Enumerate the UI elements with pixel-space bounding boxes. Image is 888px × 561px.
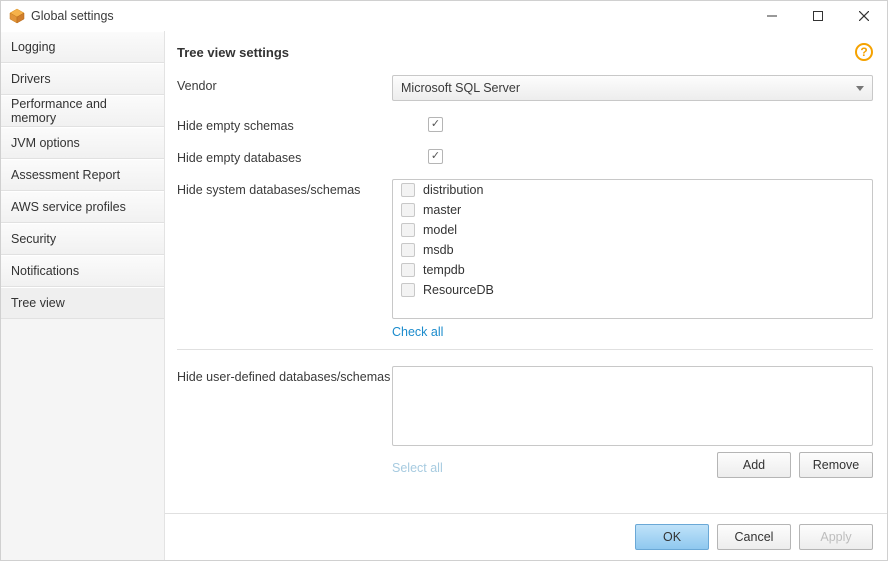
list-item[interactable]: tempdb [393,260,872,280]
user-db-listbox[interactable] [392,366,873,446]
sidebar-item-aws[interactable]: AWS service profiles [1,191,164,223]
sidebar-item-label: Performance and memory [11,97,154,125]
sidebar-item-label: Tree view [11,296,65,310]
list-item-label: model [423,223,457,237]
maximize-button[interactable] [795,1,841,31]
list-item[interactable]: ResourceDB [393,280,872,300]
global-settings-window: Global settings Logging Drivers Performa… [0,0,888,561]
list-checkbox[interactable] [401,243,415,257]
app-icon [9,8,25,24]
hide-empty-databases-label: Hide empty databases [177,147,392,165]
cancel-button[interactable]: Cancel [717,524,791,550]
vendor-select[interactable]: Microsoft SQL Server [392,75,873,101]
hide-empty-databases-checkbox[interactable] [428,149,443,164]
hide-system-label: Hide system databases/schemas [177,179,392,197]
divider [177,349,873,350]
sidebar-item-drivers[interactable]: Drivers [1,63,164,95]
sidebar-item-performance[interactable]: Performance and memory [1,95,164,127]
page-title: Tree view settings [177,45,855,60]
list-checkbox[interactable] [401,263,415,277]
close-button[interactable] [841,1,887,31]
sidebar-item-label: Security [11,232,56,246]
list-checkbox[interactable] [401,183,415,197]
button-label: Add [743,458,765,472]
ok-button[interactable]: OK [635,524,709,550]
sidebar-item-logging[interactable]: Logging [1,31,164,63]
sidebar-item-security[interactable]: Security [1,223,164,255]
hide-empty-schemas-label: Hide empty schemas [177,115,392,133]
sidebar-item-label: Notifications [11,264,79,278]
hide-empty-schemas-checkbox[interactable] [428,117,443,132]
list-item[interactable]: master [393,200,872,220]
sidebar-item-jvm[interactable]: JVM options [1,127,164,159]
select-all-link[interactable]: Select all [392,461,443,475]
remove-button[interactable]: Remove [799,452,873,478]
apply-button[interactable]: Apply [799,524,873,550]
list-item-label: ResourceDB [423,283,494,297]
button-label: OK [663,530,681,544]
sidebar-item-label: Drivers [11,72,51,86]
list-item[interactable]: msdb [393,240,872,260]
check-all-link[interactable]: Check all [392,325,443,339]
list-item[interactable]: distribution [393,180,872,200]
sidebar-item-assessment[interactable]: Assessment Report [1,159,164,191]
titlebar: Global settings [1,1,887,31]
dialog-footer: OK Cancel Apply [165,513,887,560]
button-label: Remove [813,458,860,472]
window-title: Global settings [31,9,114,23]
sidebar-item-label: JVM options [11,136,80,150]
sidebar-item-tree-view[interactable]: Tree view [1,287,164,319]
list-item-label: tempdb [423,263,465,277]
list-checkbox[interactable] [401,283,415,297]
add-button[interactable]: Add [717,452,791,478]
vendor-value: Microsoft SQL Server [401,81,520,95]
sidebar-item-label: Logging [11,40,56,54]
minimize-button[interactable] [749,1,795,31]
button-label: Cancel [735,530,774,544]
list-item-label: distribution [423,183,483,197]
chevron-down-icon [856,86,864,91]
list-checkbox[interactable] [401,223,415,237]
content-pane: Tree view settings ? Vendor Microsoft SQ… [165,31,887,560]
list-checkbox[interactable] [401,203,415,217]
list-item[interactable]: model [393,220,872,240]
system-db-listbox[interactable]: distribution master model msdb tempdb Re… [392,179,873,319]
sidebar-item-label: AWS service profiles [11,200,126,214]
sidebar-item-notifications[interactable]: Notifications [1,255,164,287]
sidebar-item-label: Assessment Report [11,168,120,182]
button-label: Apply [820,530,851,544]
help-icon[interactable]: ? [855,43,873,61]
list-item-label: master [423,203,461,217]
hide-user-label: Hide user-defined databases/schemas [177,366,392,384]
sidebar: Logging Drivers Performance and memory J… [1,31,165,560]
list-item-label: msdb [423,243,454,257]
vendor-label: Vendor [177,75,392,93]
